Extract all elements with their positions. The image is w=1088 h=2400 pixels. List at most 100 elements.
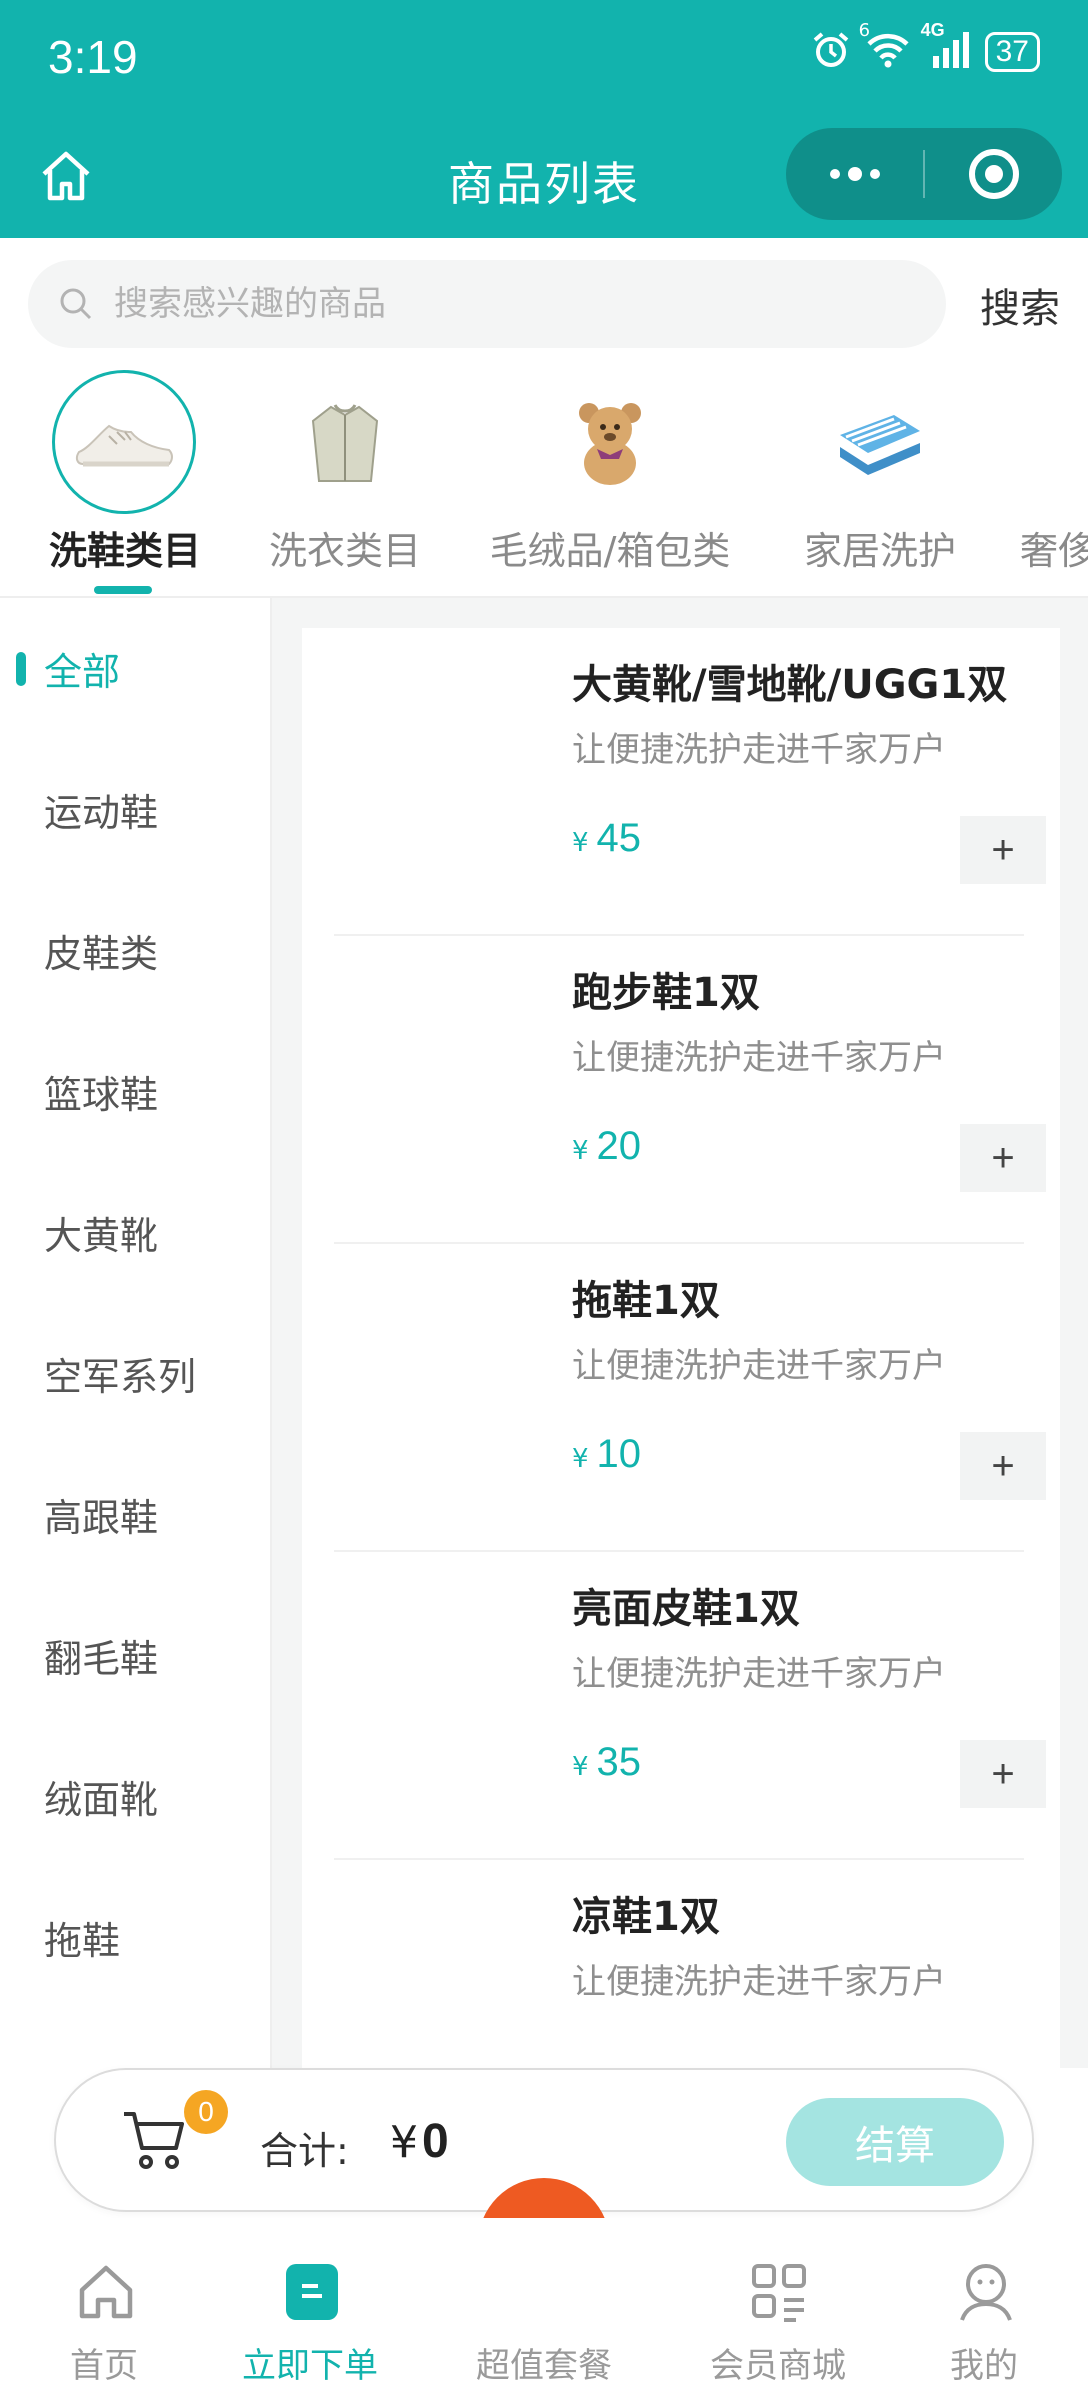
total-label: 合计: (260, 2129, 349, 2173)
total-value: 0 (422, 2115, 449, 2168)
tab-label: 超值套餐 (476, 2346, 612, 2386)
blanket-image (808, 370, 952, 514)
tab-label: 立即下单 (242, 2346, 378, 2386)
tab-value-package[interactable]: 超值套餐 (444, 2218, 644, 2400)
add-to-cart-button[interactable]: + (960, 1740, 1046, 1808)
mini-program-capsule (786, 128, 1062, 220)
product-thumbnail (334, 1258, 544, 1468)
nav-bar: 商品列表 (0, 118, 1088, 238)
active-category-indicator (94, 586, 152, 594)
product-description: 让便捷洗护走进千家万户 (572, 1038, 946, 1078)
sidebar: 全部 运动鞋 皮鞋类 篮球鞋 大黄靴 空军系列 高跟鞋 翻毛鞋 绒面靴 拖鞋 (0, 598, 272, 2068)
sidebar-item-sports-shoes[interactable]: 运动鞋 (0, 739, 270, 880)
product-name: 大黄靴/雪地靴/UGG1双 (572, 662, 1008, 708)
sidebar-item-air-force[interactable]: 空军系列 (0, 1303, 270, 1444)
add-to-cart-button[interactable]: + (960, 816, 1046, 884)
product-thumbnail (334, 1566, 544, 1776)
product-name: 凉鞋1双 (572, 1894, 720, 1940)
product-list-area: 大黄靴/雪地靴/UGG1双 让便捷洗护走进千家万户 ¥45 + 跑步鞋1双 让便… (272, 598, 1088, 2068)
sidebar-item-label: 全部 (44, 650, 121, 694)
grid-icon (752, 2264, 806, 2322)
sneaker-image (52, 370, 196, 514)
product-thumbnail (334, 642, 544, 852)
sidebar-item-label: 篮球鞋 (44, 1073, 159, 1117)
status-time: 3:19 (48, 31, 138, 83)
product-name: 跑步鞋1双 (572, 970, 760, 1016)
sidebar-item-leather-shoes[interactable]: 皮鞋类 (0, 880, 270, 1021)
more-button[interactable] (786, 128, 923, 220)
currency-symbol: ¥ (572, 828, 589, 858)
tab-label: 会员商城 (710, 2346, 846, 2386)
sidebar-item-label: 拖鞋 (44, 1919, 121, 1963)
product-item[interactable]: 亮面皮鞋1双 让便捷洗护走进千家万户 ¥35 + (334, 1552, 1046, 1860)
category-label: 家居洗护 (803, 529, 956, 573)
tab-profile[interactable]: 我的 (884, 2218, 1084, 2400)
category-tab-clothes[interactable]: 洗衣类目 (250, 358, 440, 596)
total-amount: ¥0 (390, 2114, 449, 2169)
search-box[interactable] (28, 260, 946, 348)
cart-icon (124, 2112, 184, 2169)
sidebar-item-label: 运动鞋 (44, 791, 159, 835)
tab-label: 我的 (950, 2346, 1018, 2386)
sidebar-item-label: 皮鞋类 (44, 932, 159, 976)
sidebar-item-high-heels[interactable]: 高跟鞋 (0, 1444, 270, 1585)
category-label: 毛绒品/箱包类 (489, 529, 731, 573)
product-item[interactable]: 拖鞋1双 让便捷洗护走进千家万户 ¥10 + (334, 1244, 1046, 1552)
close-mini-program-button[interactable] (925, 128, 1062, 220)
product-name: 亮面皮鞋1双 (572, 1586, 800, 1632)
product-name: 拖鞋1双 (572, 1278, 720, 1324)
product-item[interactable]: 凉鞋1双 让便捷洗护走进千家万户 (334, 1860, 1024, 2068)
active-indicator (16, 651, 26, 686)
status-bar: 3:19 6 4G 37 (0, 0, 1088, 118)
price-value: 20 (596, 1124, 642, 1168)
product-price: ¥20 (572, 1124, 641, 1169)
currency-symbol: ¥ (572, 1444, 589, 1474)
product-thumbnail (334, 1874, 544, 2068)
sidebar-item-suede-boots[interactable]: 绒面靴 (0, 1726, 270, 1867)
search-button[interactable]: 搜索 (980, 276, 1060, 334)
product-price: ¥45 (572, 816, 641, 861)
sidebar-item-label: 高跟鞋 (44, 1496, 159, 1540)
sidebar-item-yellow-boots[interactable]: 大黄靴 (0, 1162, 270, 1303)
search-input[interactable] (114, 284, 894, 324)
target-icon (968, 149, 1019, 199)
product-list: 大黄靴/雪地靴/UGG1双 让便捷洗护走进千家万户 ¥45 + 跑步鞋1双 让便… (302, 628, 1060, 2068)
tab-order-now[interactable]: 立即下单 (210, 2218, 410, 2400)
bottom-tab-bar: 首页 立即下单 超值套餐 会员商城 我的 (0, 2218, 1088, 2400)
home-icon (79, 2265, 133, 2319)
battery-indicator: 37 (984, 32, 1040, 72)
profile-icon (960, 2264, 1012, 2321)
price-value: 10 (596, 1432, 642, 1476)
sidebar-item-label: 翻毛鞋 (44, 1637, 159, 1681)
more-dots-icon (829, 167, 880, 181)
product-item[interactable]: 跑步鞋1双 让便捷洗护走进千家万户 ¥20 + (334, 936, 1046, 1244)
search-icon (60, 288, 92, 320)
sidebar-item-suede-shoes[interactable]: 翻毛鞋 (0, 1585, 270, 1726)
product-description: 让便捷洗护走进千家万户 (572, 1654, 946, 1694)
product-description: 让便捷洗护走进千家万户 (572, 1346, 946, 1386)
cart-count-badge: 0 (184, 2090, 228, 2134)
alarm-icon (811, 30, 851, 74)
network-type: 4G (920, 20, 945, 40)
category-tab-plush-bags[interactable]: 毛绒品/箱包类 (460, 358, 760, 596)
tab-home[interactable]: 首页 (4, 2218, 204, 2400)
checkout-button[interactable]: 结算 (786, 2098, 1004, 2186)
product-description: 让便捷洗护走进千家万户 (572, 1962, 946, 2002)
product-price: ¥10 (572, 1432, 641, 1477)
category-tab-shoes[interactable]: 洗鞋类目 (0, 358, 250, 596)
product-description: 让便捷洗护走进千家万户 (572, 730, 946, 770)
add-to-cart-button[interactable]: + (960, 1124, 1046, 1192)
sidebar-item-slippers[interactable]: 拖鞋 (0, 1867, 270, 2008)
sidebar-item-all[interactable]: 全部 (0, 598, 270, 739)
tab-member-mall[interactable]: 会员商城 (678, 2218, 878, 2400)
category-tab-home-care[interactable]: 家居洗护 (780, 358, 980, 596)
sidebar-item-basketball-shoes[interactable]: 篮球鞋 (0, 1021, 270, 1162)
sidebar-item-label: 大黄靴 (44, 1214, 159, 1258)
currency-symbol: ¥ (572, 1752, 589, 1782)
category-tab-luxury[interactable]: 奢侈 (1000, 358, 1088, 596)
cart-button[interactable] (120, 2106, 190, 2176)
add-to-cart-button[interactable]: + (960, 1432, 1046, 1500)
search-row: 搜索 (0, 238, 1088, 358)
product-thumbnail (334, 950, 544, 1160)
product-item[interactable]: 大黄靴/雪地靴/UGG1双 让便捷洗护走进千家万户 ¥45 + (334, 628, 1046, 936)
